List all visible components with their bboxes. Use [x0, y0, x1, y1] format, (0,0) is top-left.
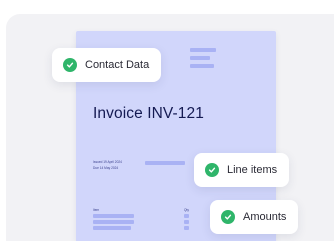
check-circle-icon [221, 210, 235, 224]
contact-data-tag: Contact Data [52, 48, 162, 82]
contact-data-label: Contact Data [85, 59, 150, 71]
invoice-title: Invoice INV-121 [93, 105, 204, 122]
header-placeholder-bar [190, 56, 210, 60]
issued-date: Issued 19 April 2024 [93, 160, 122, 164]
due-date: Due 14 May 2024 [93, 166, 119, 170]
meta-placeholder-bar [145, 161, 185, 165]
item-placeholder-bar [93, 220, 134, 224]
qty-placeholder-bar [184, 226, 189, 230]
items-column-header: Item [93, 208, 100, 212]
amounts-tag: Amounts [210, 200, 299, 234]
line-items-tag: Line items [194, 153, 290, 187]
check-circle-icon [63, 58, 77, 72]
qty-placeholder-bar [184, 220, 189, 224]
item-placeholder-bar [93, 214, 134, 218]
qty-placeholder-bar [184, 214, 189, 218]
amounts-label: Amounts [243, 211, 287, 223]
header-placeholder-bar [190, 64, 214, 68]
header-placeholder-bar [190, 48, 216, 52]
check-circle-icon [205, 163, 219, 177]
line-items-label: Line items [227, 164, 278, 176]
qty-column-header: Qty [184, 208, 189, 212]
item-placeholder-bar [93, 226, 131, 230]
invoice-extraction-illustration: Invoice INV-121 Issued 19 April 2024 Due… [0, 0, 334, 241]
